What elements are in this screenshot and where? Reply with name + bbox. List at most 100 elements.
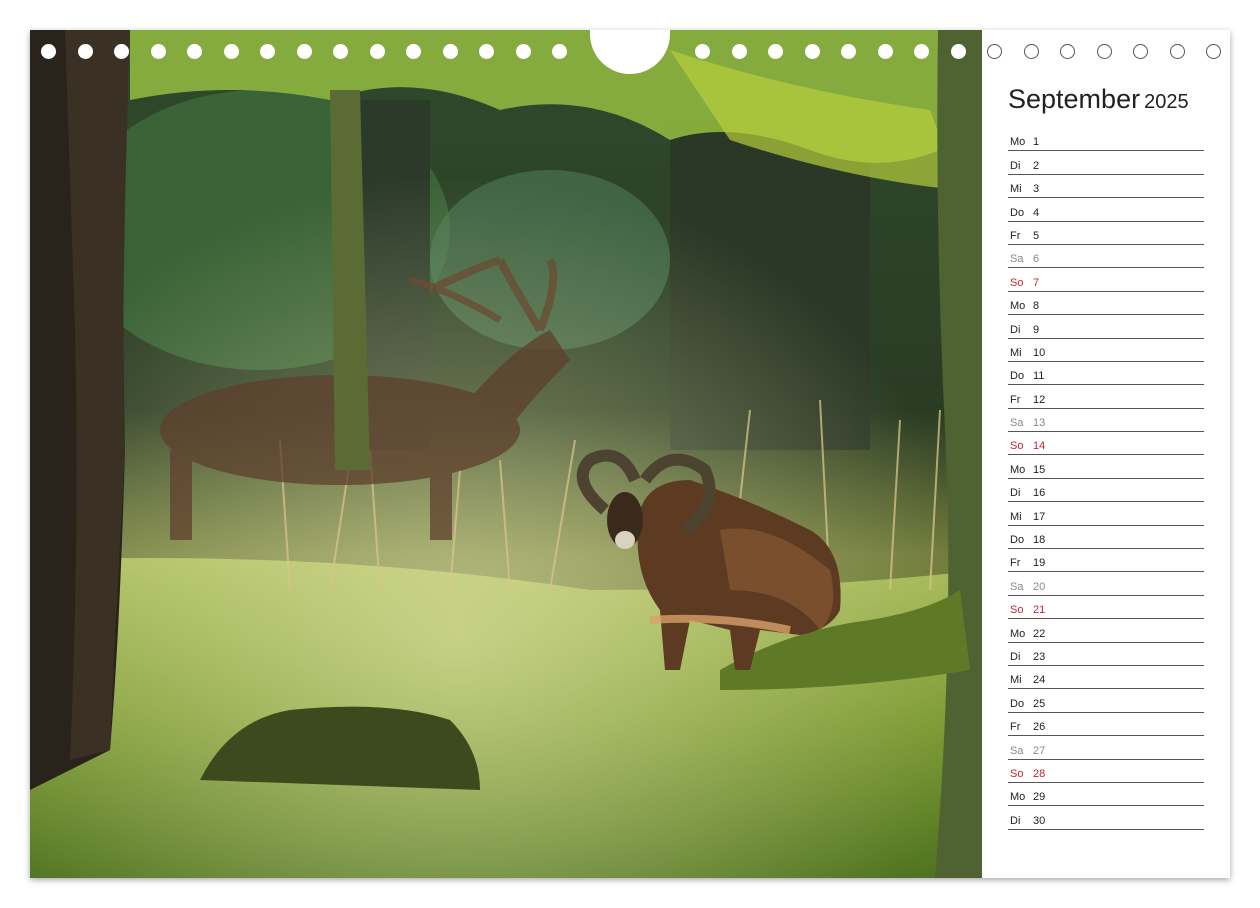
day-row: Mi 3 [1008, 175, 1204, 199]
binding-hole [950, 44, 966, 59]
day-number: 23 [1033, 650, 1046, 663]
month-name: September [1008, 84, 1141, 114]
day-row: So 21 [1008, 596, 1204, 620]
day-row: So 14 [1008, 432, 1204, 456]
binding-hole [333, 44, 348, 59]
binding-hole [1133, 44, 1148, 59]
weekday-label: Sa [1010, 417, 1024, 430]
binding-hole [41, 44, 56, 59]
weekday-label: Di [1010, 323, 1021, 336]
binding-hole [479, 44, 494, 59]
binding-hole [1096, 44, 1112, 59]
binding-hole [1060, 44, 1075, 59]
day-number: 17 [1033, 510, 1046, 523]
binding-hole [731, 44, 747, 59]
day-number: 15 [1033, 463, 1046, 476]
day-row: Mi 10 [1008, 339, 1204, 362]
day-row: Mi 17 [1008, 502, 1204, 526]
weekday-label: Sa [1010, 253, 1024, 266]
day-number: 28 [1033, 767, 1046, 780]
day-row: Do 4 [1008, 198, 1204, 222]
day-row: Sa 13 [1008, 409, 1204, 433]
forest-scene-image [30, 30, 982, 878]
binding-hole [296, 44, 312, 59]
day-row: Fr 19 [1008, 549, 1204, 573]
calendar-page: September 2025 Mo 1 Di 2 Mi 3 Do 4 Fr 5 Sa 6 So 7 Mo 8 Di… [30, 30, 1230, 878]
weekday-label: Fr [1010, 721, 1021, 734]
day-row: Do 25 [1008, 689, 1204, 713]
weekday-label: Mi [1010, 346, 1022, 359]
spiral-binding-holes [30, 44, 1230, 64]
day-row: Fr 26 [1008, 713, 1204, 737]
weekday-label: Fr [1010, 229, 1021, 242]
weekday-label: Mo [1010, 791, 1026, 804]
weekday-label: Mo [1010, 463, 1026, 476]
weekday-label: Mo [1010, 627, 1026, 640]
binding-hole [114, 44, 129, 59]
day-row: Di 23 [1008, 643, 1204, 666]
day-number: 14 [1033, 440, 1046, 453]
binding-hole [768, 44, 783, 59]
day-row: Mo 22 [1008, 619, 1204, 643]
day-number: 5 [1033, 229, 1040, 242]
binding-hole [187, 44, 202, 59]
binding-hole [1169, 44, 1185, 59]
day-number: 11 [1033, 370, 1045, 383]
binding-hole [841, 44, 856, 59]
day-row: Mo 1 [1008, 128, 1204, 152]
weekday-label: Sa [1010, 744, 1024, 757]
binding-hole [150, 44, 166, 59]
day-number: 12 [1033, 393, 1046, 406]
binding-hole [369, 44, 385, 59]
binding-hole [77, 44, 93, 59]
day-number: 9 [1033, 323, 1040, 336]
weekday-label: Fr [1010, 393, 1021, 406]
day-number: 4 [1033, 206, 1040, 219]
weekday-label: So [1010, 276, 1024, 289]
weekday-label: Di [1010, 487, 1021, 500]
year-label: 2025 [1144, 91, 1189, 113]
day-number: 27 [1033, 744, 1046, 757]
binding-hole [223, 44, 239, 59]
day-number: 26 [1033, 721, 1046, 734]
day-row: Sa 6 [1008, 245, 1204, 269]
day-row: Fr 12 [1008, 385, 1204, 409]
day-row: Do 11 [1008, 362, 1204, 386]
wildlife-photo [30, 30, 982, 878]
weekday-label: Do [1010, 534, 1025, 547]
binding-hole [695, 44, 710, 59]
day-row: Di 16 [1008, 479, 1204, 503]
day-row: Di 30 [1008, 806, 1204, 830]
weekday-label: So [1010, 604, 1024, 617]
weekday-label: Mi [1010, 674, 1022, 687]
binding-hole [406, 44, 421, 59]
binding-hole [442, 44, 458, 59]
day-row: Do 18 [1008, 526, 1204, 550]
binding-hole [552, 44, 567, 59]
day-row: Sa 27 [1008, 736, 1204, 760]
day-number: 10 [1033, 346, 1046, 359]
day-number: 30 [1033, 814, 1046, 827]
weekday-label: Do [1010, 697, 1025, 710]
weekday-label: Mo [1010, 136, 1026, 149]
binding-hole [914, 44, 929, 59]
day-row: Mo 29 [1008, 783, 1204, 807]
day-number: 18 [1033, 534, 1046, 547]
day-row: So 28 [1008, 760, 1204, 783]
binding-hole [804, 44, 820, 59]
weekday-label: So [1010, 440, 1024, 453]
day-row: Mo 8 [1008, 292, 1204, 316]
weekday-label: Do [1010, 370, 1025, 383]
month-calendar: September 2025 Mo 1 Di 2 Mi 3 Do 4 Fr 5 Sa 6 So 7 Mo 8 Di… [982, 30, 1230, 878]
weekday-label: Sa [1010, 580, 1024, 593]
day-number: 1 [1033, 136, 1040, 149]
day-number: 6 [1033, 253, 1040, 266]
weekday-label: So [1010, 767, 1024, 780]
day-row: Mo 15 [1008, 455, 1204, 479]
day-row: Fr 5 [1008, 222, 1204, 245]
day-row: Mi 24 [1008, 666, 1204, 690]
binding-hole [515, 44, 531, 59]
day-number: 13 [1033, 417, 1046, 430]
day-number: 22 [1033, 627, 1046, 640]
day-row: Di 9 [1008, 315, 1204, 339]
